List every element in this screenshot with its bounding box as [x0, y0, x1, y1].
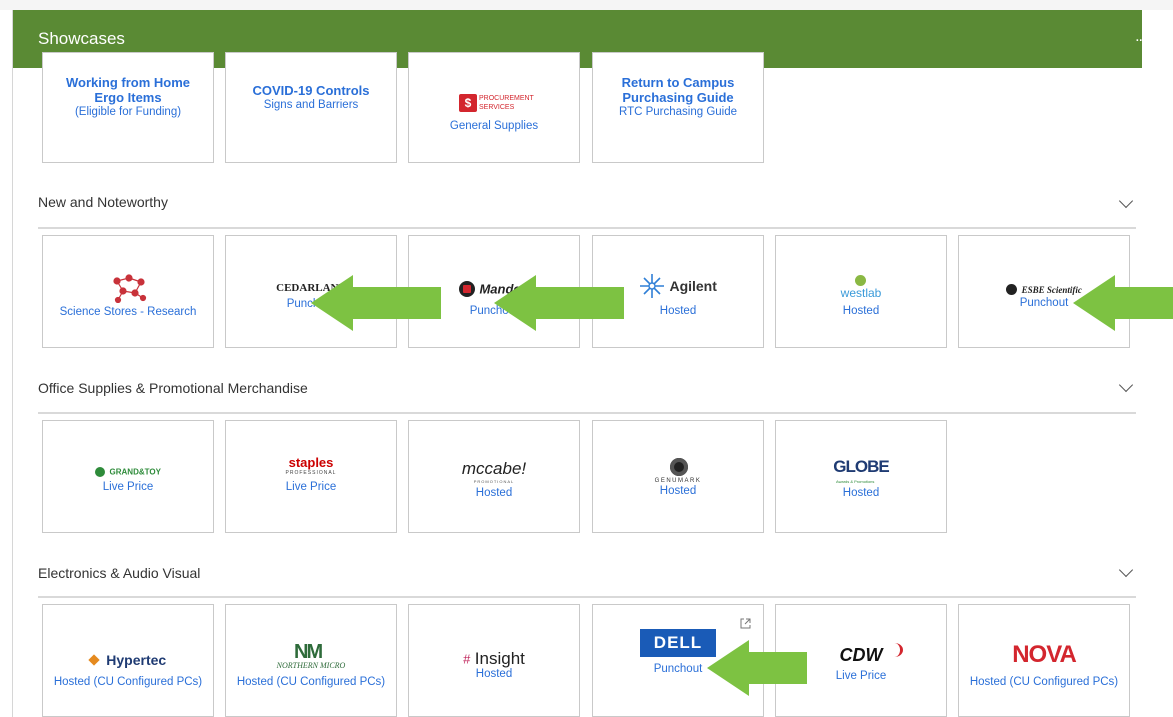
- tile-grand-and-toy[interactable]: GRAND&TOY Live Price: [42, 420, 214, 533]
- annotation-arrow-esbe: [1073, 275, 1173, 331]
- section-divider: [38, 412, 1136, 414]
- cdw-logo-swoosh: [886, 643, 903, 657]
- section-divider: [38, 227, 1136, 229]
- tile-caption: Live Price: [285, 481, 337, 493]
- grand-toy-logo: GRAND&TOY: [43, 463, 213, 481]
- tile-title-line2: Purchasing Guide: [622, 90, 734, 105]
- tile-caption: Hosted (CU Configured PCs): [53, 676, 203, 688]
- section-title-new-noteworthy: New and Noteworthy: [38, 194, 168, 210]
- showcases-panel: Showcases .. Working from Home Ergo Item…: [12, 10, 1142, 717]
- molecule-icon: [113, 274, 147, 303]
- insight-logo-text: Insight: [474, 649, 525, 668]
- tile-northern-micro[interactable]: NM NORTHERN MICRO Hosted (CU Configured …: [225, 604, 397, 717]
- tile-caption: Hosted: [842, 305, 880, 317]
- esbe-logo-mark: [1006, 284, 1018, 296]
- tile-title-line1: Working from Home: [66, 75, 190, 90]
- tile-nova[interactable]: NOVA Hosted (CU Configured PCs): [958, 604, 1130, 717]
- tile-caption: Live Price: [102, 481, 154, 493]
- hypertec-logo-text: Hypertec: [106, 651, 167, 668]
- agilent-spark-icon: [640, 274, 664, 298]
- tile-caption: RTC Purchasing Guide: [618, 106, 738, 118]
- tile-title-line1: Return to Campus: [621, 75, 735, 90]
- tile-caption: Hosted (CU Configured PCs): [236, 676, 386, 688]
- showcase-tile-return-to-campus[interactable]: Return to Campus Purchasing Guide RTC Pu…: [592, 52, 764, 163]
- grand-toy-logo-text: GRAND&TOY: [109, 467, 161, 477]
- globe-logo: GLOBE: [833, 457, 889, 476]
- agilent-logo: Agilent: [639, 273, 717, 299]
- tile-caption: Hosted: [475, 487, 513, 499]
- tile-caption: Hosted: [659, 485, 697, 497]
- westlab-logo: westlab: [840, 286, 882, 300]
- procurement-logo-line1: PROCUREMENT: [479, 95, 534, 102]
- section-title-office-supplies: Office Supplies & Promotional Merchandis…: [38, 380, 308, 396]
- northern-micro-logo: NORTHERN MICRO: [276, 661, 346, 670]
- page-title: Showcases: [38, 29, 125, 48]
- northern-micro-logo-mark: NM: [294, 641, 323, 663]
- mccabe-logo-sub: PROMOTIONAL: [473, 479, 515, 484]
- more-menu-icon[interactable]: ..: [1135, 28, 1142, 46]
- genumark-logo-mark: [670, 458, 688, 476]
- staples-logo: staples: [288, 455, 334, 470]
- section-divider: [38, 596, 1136, 598]
- procurement-logo-line2: SERVICES: [479, 104, 515, 111]
- top-strip: [0, 0, 1173, 10]
- procurement-services-logo: $ PROCUREMENT SERVICES: [459, 92, 535, 114]
- tile-science-stores[interactable]: Science Stores - Research: [42, 235, 214, 348]
- showcase-tile-ergo[interactable]: Working from Home Ergo Items (Eligible f…: [42, 52, 214, 163]
- annotation-arrow-cedarlane: [311, 275, 441, 331]
- section-title-electronics: Electronics & Audio Visual: [38, 565, 201, 581]
- tile-westlab[interactable]: westlab Hosted: [775, 235, 947, 348]
- mandel-logo-mark: [459, 280, 475, 297]
- hypertec-logo: Hypertec: [43, 651, 213, 669]
- mccabe-logo: mccabe!: [461, 459, 527, 478]
- insight-logo: # Insight: [409, 649, 579, 669]
- globe-logo-sub: Awards & Promotions: [836, 479, 875, 484]
- tile-caption: Hosted: [475, 668, 513, 680]
- nova-logo: NOVA: [1012, 641, 1077, 668]
- tile-caption: (Eligible for Funding): [74, 106, 182, 118]
- external-link-icon[interactable]: [739, 617, 752, 630]
- chevron-down-icon[interactable]: [1118, 193, 1134, 209]
- tile-mccabe[interactable]: mccabe! PROMOTIONAL Hosted: [408, 420, 580, 533]
- showcase-tile-covid[interactable]: COVID-19 Controls Signs and Barriers: [225, 52, 397, 163]
- agilent-logo-text: Agilent: [669, 278, 717, 294]
- tile-caption: Science Stores - Research: [59, 306, 197, 318]
- tile-globe[interactable]: GLOBE Awards & Promotions Hosted: [775, 420, 947, 533]
- tile-staples[interactable]: staples PROFESSIONAL Live Price: [225, 420, 397, 533]
- tile-caption: Hosted: [842, 487, 880, 499]
- showcase-tile-general-supplies[interactable]: $ PROCUREMENT SERVICES General Supplies: [408, 52, 580, 163]
- tile-caption: Signs and Barriers: [263, 99, 359, 111]
- staples-logo-sub: PROFESSIONAL: [285, 470, 337, 476]
- hypertec-logo-mark: [88, 654, 100, 666]
- procurement-logo-mark: $: [459, 94, 477, 112]
- dell-logo: DELL: [640, 629, 716, 657]
- tile-caption: General Supplies: [449, 120, 539, 132]
- insight-logo-mark: #: [463, 651, 471, 667]
- grand-toy-logo-mark: [95, 466, 106, 477]
- tile-hypertec[interactable]: Hypertec Hosted (CU Configured PCs): [42, 604, 214, 717]
- tile-insight[interactable]: # Insight Hosted: [408, 604, 580, 717]
- chevron-down-icon[interactable]: [1118, 562, 1134, 578]
- annotation-arrow-dell: [707, 640, 807, 696]
- tile-title-line2: Ergo Items: [94, 90, 162, 105]
- tile-genumark[interactable]: GENUMARK Hosted: [592, 420, 764, 533]
- tile-caption: Hosted (CU Configured PCs): [969, 676, 1119, 688]
- chevron-down-icon[interactable]: [1118, 377, 1134, 393]
- tile-title-line1: COVID-19 Controls: [252, 83, 370, 98]
- westlab-globe-icon: [855, 275, 866, 286]
- annotation-arrow-mandel: [494, 275, 624, 331]
